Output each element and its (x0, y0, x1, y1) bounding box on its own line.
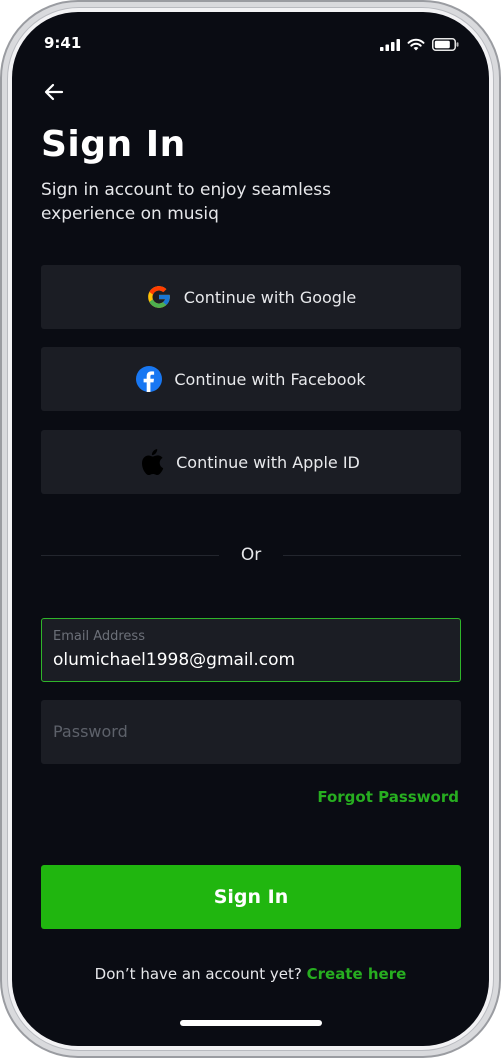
battery-icon (432, 36, 459, 55)
page-subtitle: Sign in account to enjoy seamless experi… (41, 180, 331, 224)
sign-in-button[interactable]: Sign In (41, 865, 461, 929)
password-placeholder: Password (53, 722, 128, 741)
back-arrow-icon (42, 80, 66, 108)
signal-icon (380, 36, 400, 55)
back-button[interactable] (40, 80, 68, 108)
password-field[interactable]: Password (41, 700, 461, 764)
or-divider: Or (41, 544, 461, 566)
home-indicator[interactable] (180, 1020, 322, 1026)
continue-with-facebook-button[interactable]: Continue with Facebook (41, 347, 461, 411)
google-icon (146, 284, 172, 310)
email-field-value[interactable]: olumichael1998@gmail.com (53, 650, 295, 670)
create-account-footer: Don’t have an account yet? Create here (12, 965, 489, 983)
continue-with-apple-button[interactable]: Continue with Apple ID (41, 430, 461, 494)
google-button-label: Continue with Google (183, 287, 357, 307)
wifi-icon (407, 36, 425, 55)
create-account-prompt: Don’t have an account yet? (94, 965, 307, 983)
continue-with-google-button[interactable]: Continue with Google (41, 265, 461, 329)
page-title: Sign In (41, 124, 186, 165)
create-account-link[interactable]: Create here (307, 965, 407, 983)
divider-line-right (283, 554, 461, 556)
email-field[interactable]: Email Address olumichael1998@gmail.com (41, 618, 461, 682)
forgot-password-link[interactable]: Forgot Password (317, 788, 459, 806)
facebook-button-label: Continue with Facebook (174, 369, 366, 389)
status-icons (380, 36, 459, 55)
status-time: 9:41 (44, 34, 82, 52)
apple-icon (142, 449, 164, 475)
divider-line-left (41, 554, 219, 556)
divider-text: Or (240, 545, 262, 565)
apple-button-label: Continue with Apple ID (176, 452, 360, 472)
email-field-label: Email Address (53, 629, 145, 644)
app-screen: 9:41 Sign In Sign in account to enjoy se… (12, 12, 489, 1046)
facebook-icon (136, 366, 163, 392)
